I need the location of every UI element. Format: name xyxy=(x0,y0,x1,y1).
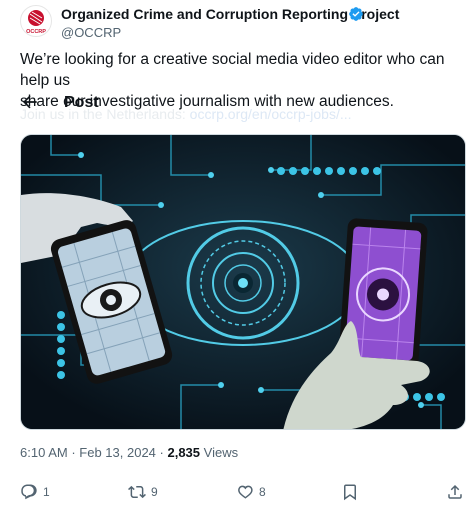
faded-text: Join us in the Netherlands: xyxy=(20,106,190,122)
post-card: OCCRP Organized Crime and Corruption Rep… xyxy=(0,0,474,512)
post-time[interactable]: 6:10 AM xyxy=(20,445,68,460)
cyber-eye-illustration xyxy=(21,135,465,429)
verified-badge-icon xyxy=(349,7,363,21)
reply-icon xyxy=(21,484,37,500)
like-count: 8 xyxy=(259,485,266,499)
bookmark-button[interactable] xyxy=(341,478,359,506)
repost-count: 9 xyxy=(151,485,158,499)
like-button[interactable]: 8 xyxy=(236,478,266,506)
heart-icon xyxy=(238,485,253,499)
repost-button[interactable]: 9 xyxy=(128,478,158,506)
post-date[interactable]: Feb 13, 2024 xyxy=(79,445,156,460)
reply-button[interactable]: 1 xyxy=(20,478,50,506)
faded-link[interactable]: occrp.org/en/occrp-jobs/... xyxy=(190,106,352,122)
avatar-text: OCCRP xyxy=(26,29,46,35)
post-text-line-1: We’re looking for a creative social medi… xyxy=(20,51,445,89)
share-icon xyxy=(448,484,462,499)
views-label: Views xyxy=(203,445,239,460)
reply-count: 1 xyxy=(43,485,50,499)
post-image[interactable] xyxy=(20,134,466,430)
handle[interactable]: @OCCRP xyxy=(61,25,121,40)
bookmark-icon xyxy=(344,484,356,501)
share-button[interactable] xyxy=(446,478,464,506)
post-meta: 6:10 AM · Feb 13, 2024 · 2,835 Views xyxy=(20,445,239,460)
back-arrow-icon[interactable] xyxy=(20,92,42,114)
occrp-logo: OCCRP xyxy=(26,10,46,35)
page-title: Post xyxy=(64,94,99,111)
repost-icon xyxy=(128,485,146,499)
action-bar: 1 9 8 xyxy=(0,478,474,506)
views-count: 2,835 xyxy=(167,445,201,460)
avatar[interactable]: OCCRP xyxy=(20,5,52,37)
